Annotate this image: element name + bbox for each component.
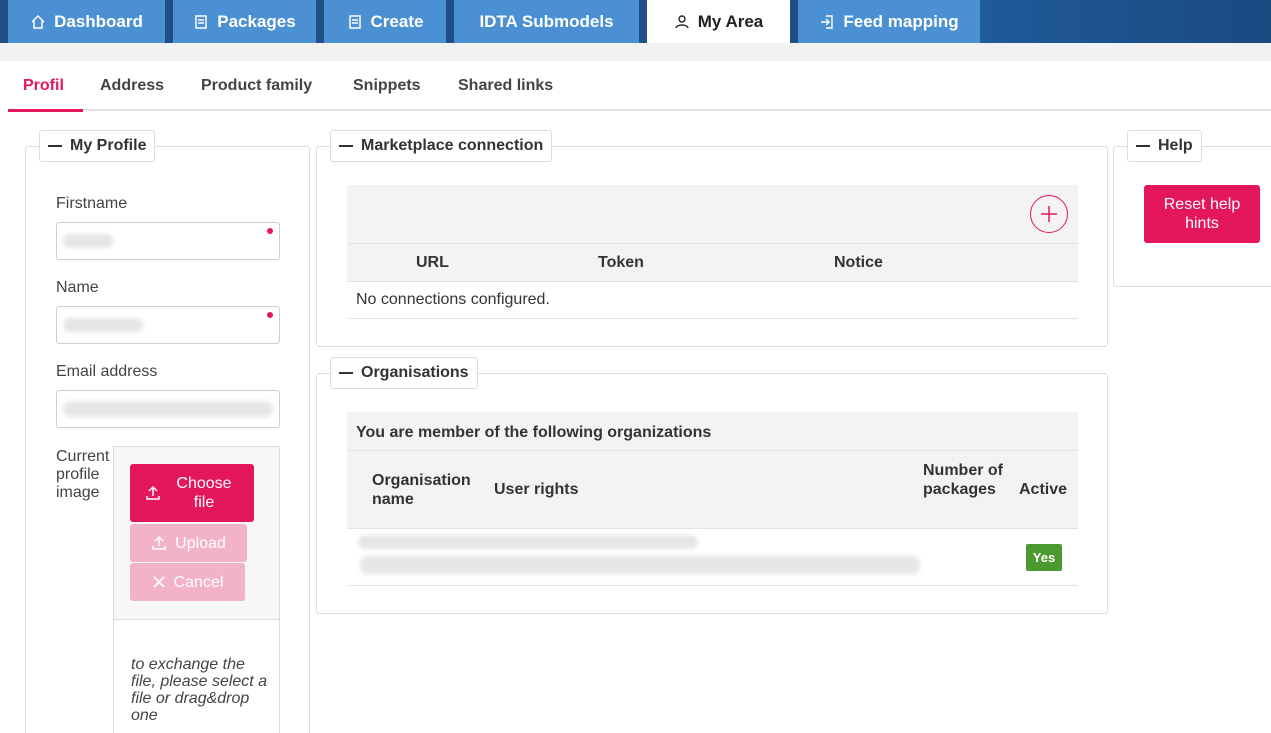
upload-button[interactable]: Upload <box>130 524 247 562</box>
plus-icon <box>1041 206 1057 222</box>
column-header-user-rights: User rights <box>494 481 579 498</box>
redacted-value <box>360 556 920 574</box>
tab-label: My Area <box>697 11 764 31</box>
tab-label: Feed mapping <box>843 11 959 31</box>
email-label: Email address <box>56 363 158 380</box>
subtab-profil[interactable]: Profil <box>23 77 64 95</box>
redacted-value <box>63 234 113 248</box>
tab-idta-submodels[interactable]: IDTA Submodels <box>454 0 639 43</box>
tab-label: IDTA Submodels <box>479 11 614 31</box>
subtab-bar: Profil Address Product family Snippets S… <box>8 61 1271 111</box>
cancel-label: Cancel <box>173 573 224 591</box>
user-icon <box>675 14 689 28</box>
name-field[interactable] <box>56 306 280 344</box>
active-subtab-indicator <box>8 109 83 112</box>
column-header-notice: Notice <box>834 254 883 271</box>
collapse-icon <box>1136 145 1150 147</box>
table-caption: You are member of the following organiza… <box>356 424 712 441</box>
legend-label: Help <box>1158 137 1193 154</box>
divider <box>347 318 1078 319</box>
redacted-value <box>358 535 698 549</box>
tab-feed-mapping[interactable]: Feed mapping <box>798 0 980 43</box>
column-header-organisation-name: Organisation name <box>372 472 471 508</box>
organisations-legend[interactable]: Organisations <box>330 357 478 389</box>
tab-packages[interactable]: Packages <box>173 0 316 43</box>
choose-file-button[interactable]: Choose file <box>130 464 254 522</box>
empty-state-text: No connections configured. <box>356 291 550 308</box>
subtab-snippets[interactable]: Snippets <box>353 77 421 95</box>
collapse-icon <box>339 145 353 147</box>
marketplace-connection-legend[interactable]: Marketplace connection <box>330 130 553 162</box>
top-navigation: Dashboard Packages Create IDTA Submodels… <box>0 0 1271 43</box>
tab-label: Packages <box>217 11 296 31</box>
subtab-shared-links[interactable]: Shared links <box>458 77 553 95</box>
tab-my-area[interactable]: My Area <box>647 0 790 43</box>
collapse-icon <box>339 372 353 374</box>
divider <box>347 281 1078 282</box>
redacted-value <box>63 318 143 332</box>
firstname-field[interactable] <box>56 222 280 260</box>
current-profile-image-label: Current profile image <box>56 448 110 501</box>
subbar-spacer <box>0 43 1271 61</box>
column-header-number-of-packages: Number of packages <box>923 462 1003 498</box>
reset-help-hints-label: Reset help hints <box>1163 196 1241 232</box>
subtab-address[interactable]: Address <box>100 77 164 95</box>
upload-label: Upload <box>175 534 226 552</box>
tab-create[interactable]: Create <box>324 0 446 43</box>
column-header-active: Active <box>1019 481 1068 498</box>
legend-label: My Profile <box>70 137 147 154</box>
drop-zone[interactable]: to exchange the file, please select a fi… <box>114 619 279 733</box>
close-icon <box>153 576 165 588</box>
document-icon <box>348 14 361 29</box>
legend-label: Marketplace connection <box>361 137 544 154</box>
document-icon <box>195 14 208 29</box>
add-connection-button[interactable] <box>1030 195 1068 233</box>
column-header-url: URL <box>416 254 449 271</box>
name-label: Name <box>56 279 99 296</box>
help-legend[interactable]: Help <box>1127 130 1202 162</box>
divider <box>347 585 1078 586</box>
divider <box>347 450 1078 451</box>
legend-label: Organisations <box>361 364 469 381</box>
import-icon <box>821 14 834 29</box>
cancel-button[interactable]: Cancel <box>130 563 245 601</box>
required-indicator <box>267 312 273 318</box>
my-profile-legend[interactable]: My Profile <box>39 130 156 162</box>
firstname-label: Firstname <box>56 195 128 212</box>
reset-help-hints-button[interactable]: Reset help hints <box>1144 185 1260 243</box>
tab-dashboard[interactable]: Dashboard <box>8 0 165 43</box>
upload-icon <box>152 535 166 550</box>
required-indicator <box>267 228 273 234</box>
tab-label: Dashboard <box>54 11 143 31</box>
redacted-value <box>63 401 273 417</box>
email-field[interactable] <box>56 390 280 428</box>
active-status-badge: Yes <box>1026 544 1062 571</box>
subtab-product-family[interactable]: Product family <box>201 77 312 95</box>
collapse-icon <box>48 145 62 147</box>
choose-file-label: Choose file <box>176 475 232 511</box>
home-icon <box>31 14 45 29</box>
upload-icon <box>146 485 160 500</box>
divider <box>347 528 1078 529</box>
tab-label: Create <box>370 11 424 31</box>
column-header-token: Token <box>598 254 644 271</box>
drop-hint: to exchange the file, please select a fi… <box>131 656 268 724</box>
marketplace-table-header <box>347 185 1078 282</box>
divider <box>347 243 1078 244</box>
nav-background <box>980 0 1271 43</box>
